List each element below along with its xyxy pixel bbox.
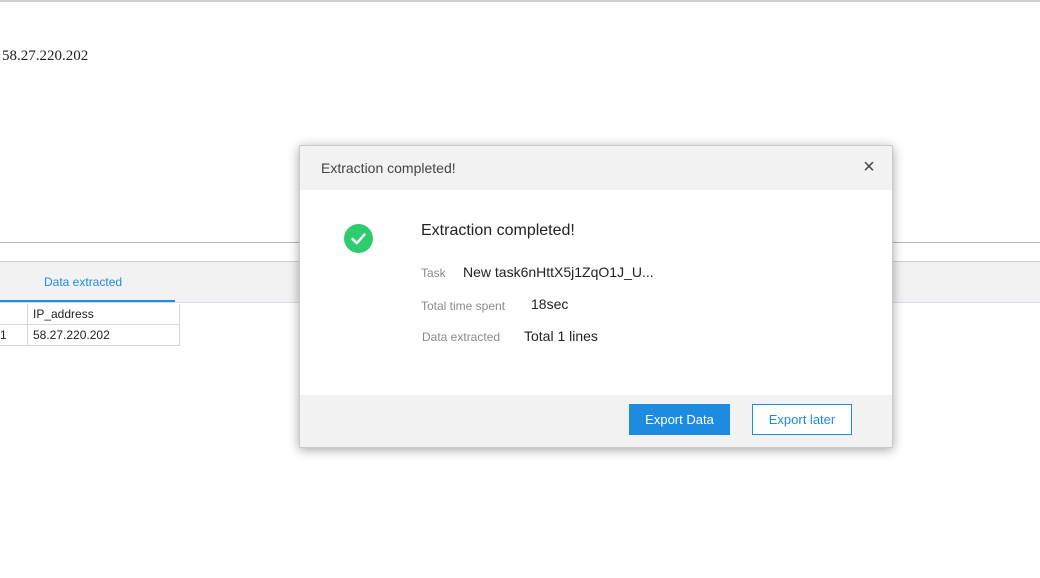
task-value: New task6nHttX5j1ZqO1J_U... bbox=[463, 264, 654, 280]
export-later-button[interactable]: Export later bbox=[752, 404, 852, 435]
export-data-button[interactable]: Export Data bbox=[629, 404, 730, 435]
data-extracted-label: Data extracted bbox=[422, 330, 501, 344]
task-label: Task bbox=[421, 266, 446, 280]
close-icon[interactable]: × bbox=[858, 156, 880, 178]
table-header-row: IP_address bbox=[0, 304, 180, 325]
table-cell-index: 1 bbox=[0, 324, 28, 346]
table-header-ip-address: IP_address bbox=[27, 304, 180, 325]
tab-data-extracted-label: Data extracted bbox=[44, 275, 123, 289]
table-header-index bbox=[0, 304, 28, 325]
data-extracted-value: Total 1 lines bbox=[524, 328, 598, 344]
top-divider bbox=[0, 0, 1040, 2]
tab-data-extracted[interactable]: Data extracted bbox=[0, 262, 175, 302]
extracted-data-table: IP_address 1 58.27.220.202 bbox=[0, 304, 180, 346]
check-circle-icon bbox=[344, 224, 373, 253]
dialog-header: Extraction completed! × bbox=[300, 146, 892, 190]
page-ip-text: 58.27.220.202 bbox=[2, 48, 89, 64]
extraction-completed-dialog: Extraction completed! × Extraction compl… bbox=[299, 145, 893, 448]
dialog-title: Extraction completed! bbox=[321, 160, 456, 176]
dialog-heading: Extraction completed! bbox=[421, 222, 575, 239]
table-cell-ip[interactable]: 58.27.220.202 bbox=[27, 324, 180, 346]
dialog-footer: Export Data Export later bbox=[300, 395, 892, 447]
time-spent-label: Total time spent bbox=[421, 299, 506, 313]
time-spent-value: 18sec bbox=[531, 296, 569, 312]
table-row[interactable]: 1 58.27.220.202 bbox=[0, 324, 180, 346]
